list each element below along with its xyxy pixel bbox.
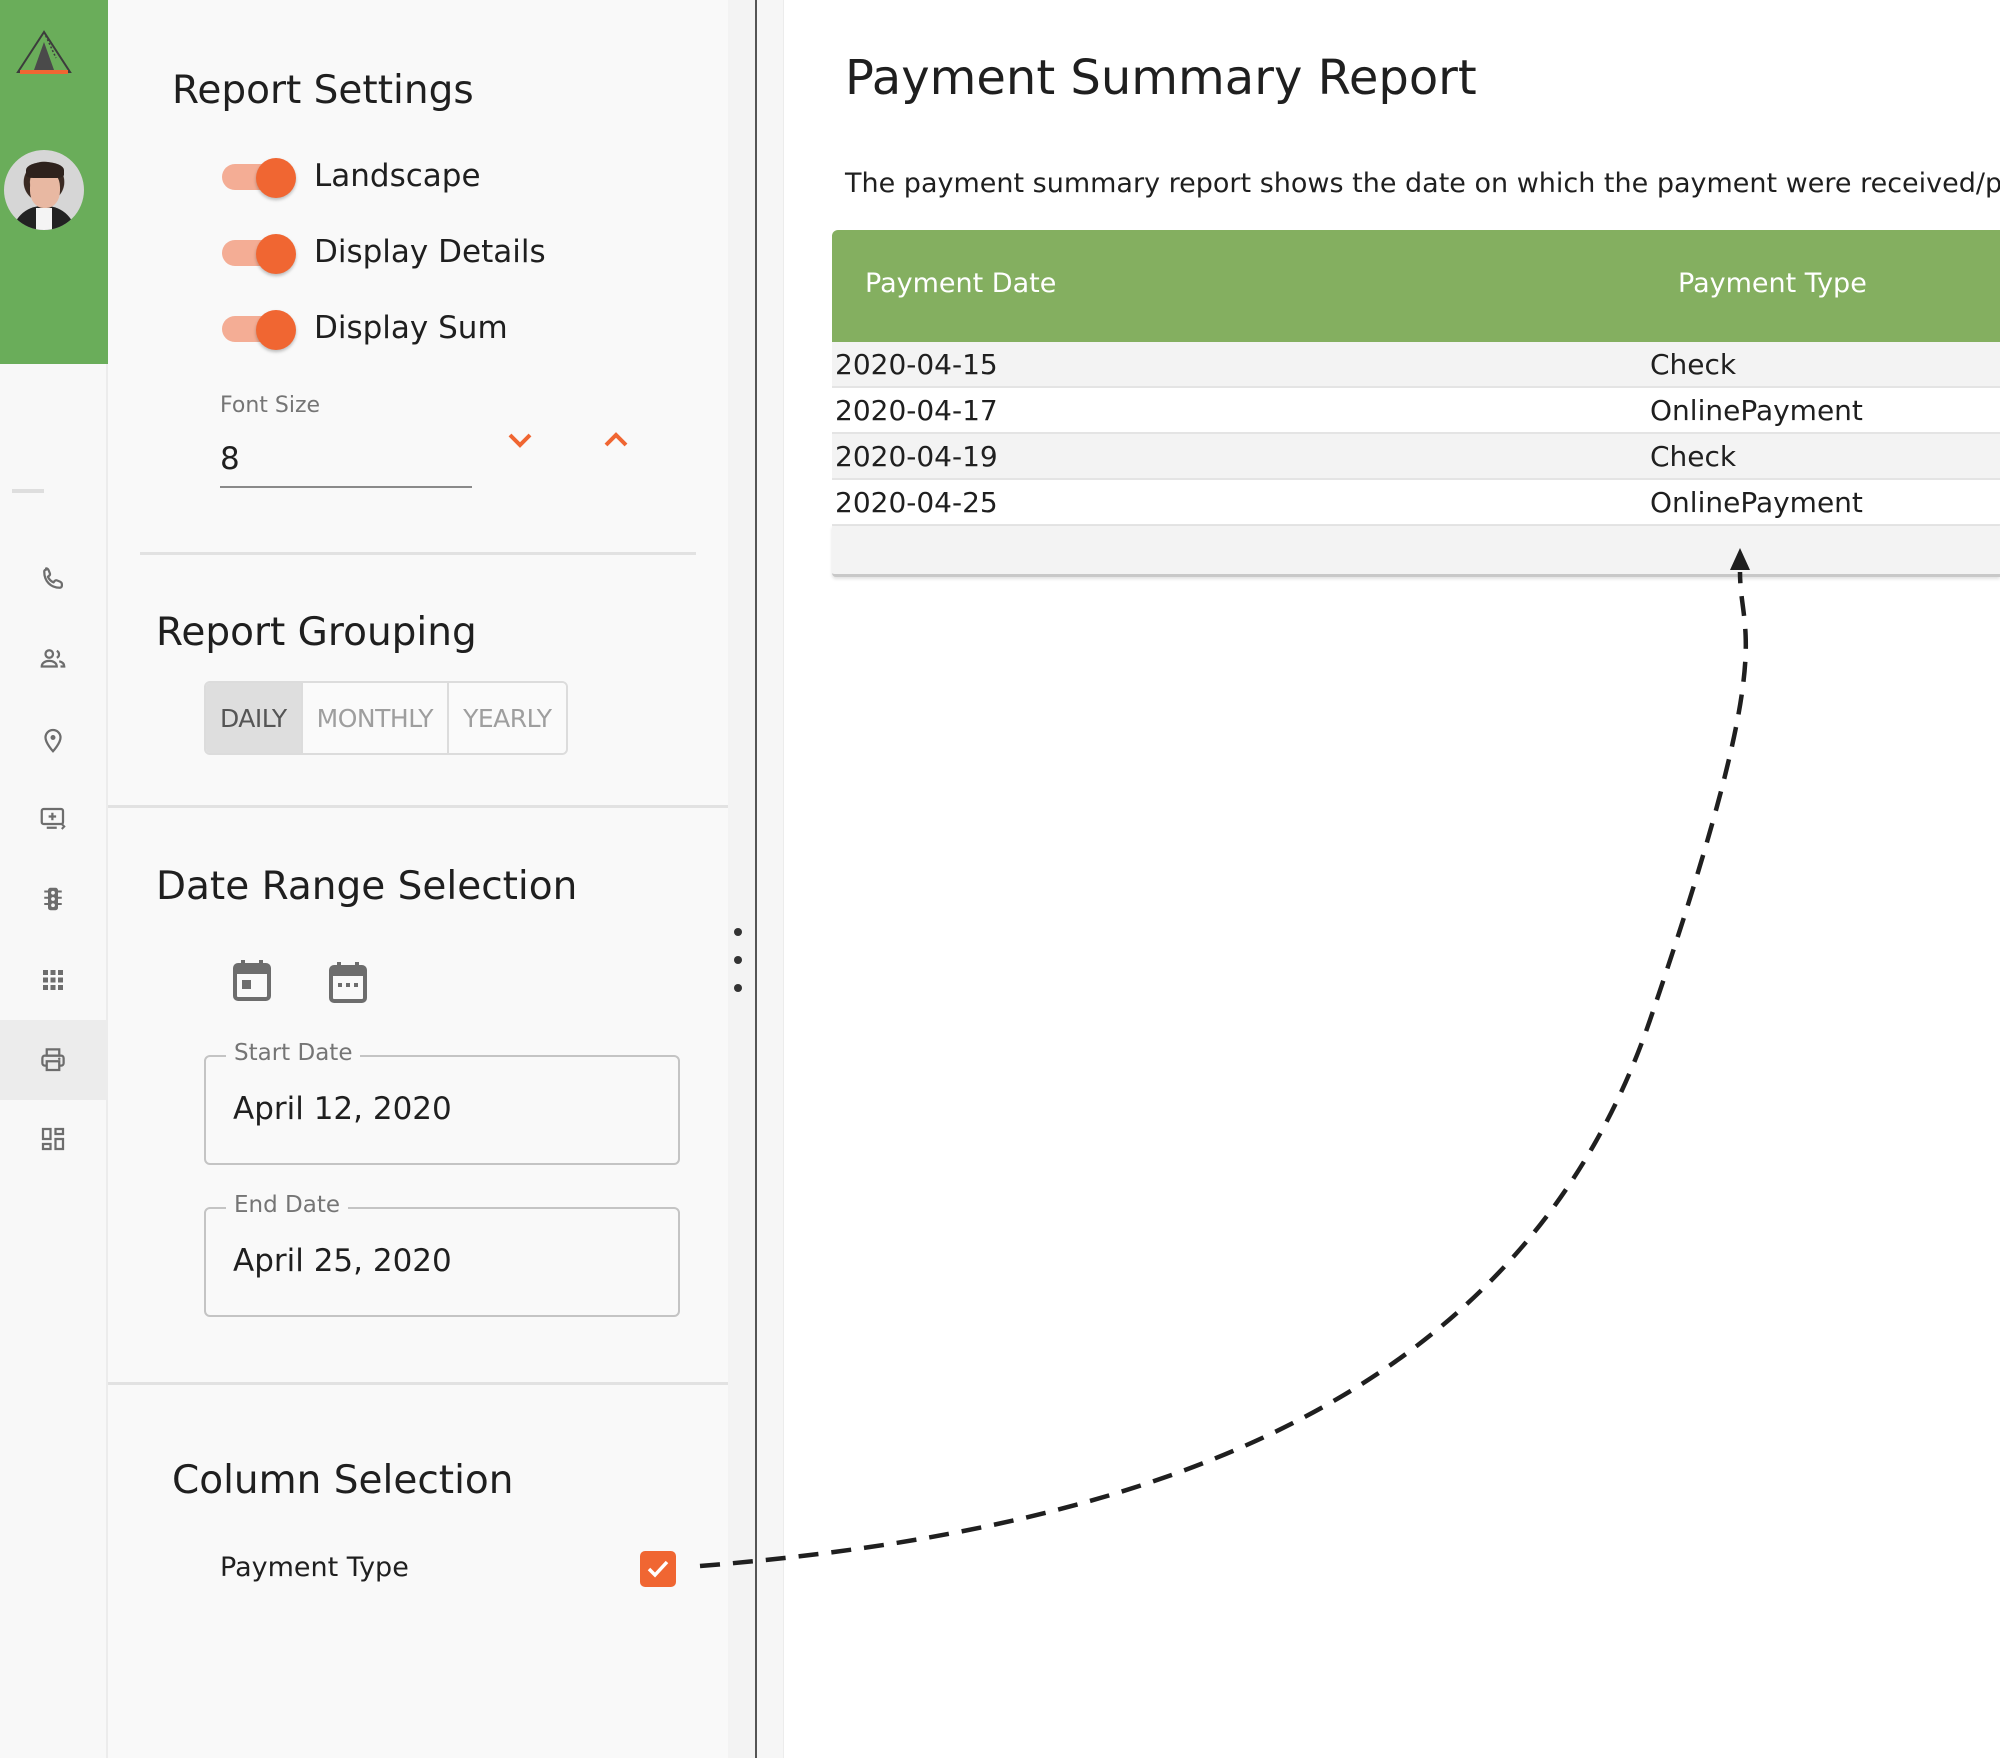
end-date-field[interactable]: End Date April 25, 2020 <box>204 1192 680 1317</box>
printer-icon <box>41 1048 65 1072</box>
font-size-increase-chevron-up-icon[interactable] <box>598 425 634 455</box>
sidebar-item-users[interactable] <box>0 619 106 699</box>
calendar-today-icon[interactable] <box>232 958 272 1002</box>
checkmark-icon <box>647 1560 669 1578</box>
resize-handle-dot[interactable] <box>734 956 742 964</box>
user-avatar[interactable] <box>4 150 84 230</box>
cell-payment-type: OnlinePayment <box>1650 486 1863 519</box>
column-payment-type-checkbox[interactable] <box>640 1551 676 1587</box>
table-footer <box>832 526 2000 577</box>
grid-apps-icon <box>43 970 63 990</box>
table-row: 2020-04-19 Check <box>832 434 2000 480</box>
sidebar-item-dashboard[interactable] <box>0 1099 106 1179</box>
cell-payment-date: 2020-04-15 <box>835 348 998 381</box>
location-pin-icon <box>44 728 62 753</box>
section-divider <box>108 805 728 808</box>
section-divider <box>140 552 696 555</box>
toggle-display-sum-label: Display Sum <box>314 310 508 346</box>
start-date-label: Start Date <box>226 1040 361 1066</box>
sidebar-item-location[interactable] <box>0 700 106 780</box>
font-size-label: Font Size <box>220 393 321 418</box>
main-gutter <box>757 0 784 1758</box>
cell-payment-type: Check <box>1650 440 1737 473</box>
table-header: Payment Date Payment Type <box>832 230 2000 342</box>
sidebar-item-phone[interactable] <box>0 539 106 619</box>
annotation-dashed-curve <box>699 571 1749 1569</box>
start-date-value: April 12, 2020 <box>233 1091 452 1127</box>
grouping-monthly-button[interactable]: MONTHLY <box>302 683 450 753</box>
cell-payment-date: 2020-04-17 <box>835 394 998 427</box>
resize-handle-dot[interactable] <box>734 928 742 936</box>
end-date-label: End Date <box>226 1192 348 1218</box>
column-selection-title: Column Selection <box>172 1458 514 1503</box>
tent-logo-icon[interactable] <box>12 28 76 76</box>
toggle-landscape[interactable] <box>222 158 296 198</box>
grouping-button-group: DAILY MONTHLY YEARLY <box>204 681 568 755</box>
toggle-display-details[interactable] <box>222 234 296 274</box>
table-row: 2020-04-15 Check <box>832 342 2000 388</box>
start-date-field[interactable]: Start Date April 12, 2020 <box>204 1040 680 1165</box>
column-header-payment-date[interactable]: Payment Date <box>865 268 1056 299</box>
toggle-landscape-label: Landscape <box>314 158 481 194</box>
sidebar-item-print[interactable] <box>0 1020 106 1100</box>
end-date-value: April 25, 2020 <box>233 1243 452 1279</box>
table-row: 2020-04-25 OnlinePayment <box>832 480 2000 526</box>
resize-handle-dot[interactable] <box>734 984 742 992</box>
cell-payment-type: Check <box>1650 348 1737 381</box>
grouping-daily-button[interactable]: DAILY <box>206 683 303 753</box>
report-grouping-title: Report Grouping <box>156 610 477 655</box>
page-title: Payment Summary Report <box>845 50 1477 106</box>
monitor-add-icon <box>40 807 66 830</box>
table-row: 2020-04-17 OnlinePayment <box>832 388 2000 434</box>
toggle-display-details-label: Display Details <box>314 234 546 270</box>
report-description: The payment summary report shows the dat… <box>845 168 2000 199</box>
sidebar-item-add-screen[interactable] <box>0 779 106 859</box>
column-payment-type-label: Payment Type <box>220 1552 409 1583</box>
cell-payment-type: OnlinePayment <box>1650 394 1863 427</box>
font-size-input[interactable] <box>220 432 472 488</box>
grouping-yearly-button[interactable]: YEARLY <box>449 683 566 753</box>
dashboard-icon <box>41 1127 65 1151</box>
column-header-payment-type[interactable]: Payment Type <box>1678 268 1867 299</box>
section-divider <box>108 1382 728 1385</box>
report-settings-title: Report Settings <box>172 68 474 113</box>
toggle-display-sum[interactable] <box>222 310 296 350</box>
sidebar-item-traffic[interactable] <box>0 859 106 939</box>
phone-icon <box>43 567 63 589</box>
cell-payment-date: 2020-04-19 <box>835 440 998 473</box>
users-icon <box>40 649 66 668</box>
sidebar-divider <box>12 489 44 493</box>
date-range-title: Date Range Selection <box>156 864 578 909</box>
sidebar-item-apps[interactable] <box>0 940 106 1020</box>
traffic-light-icon <box>44 887 62 911</box>
calendar-range-icon[interactable] <box>328 960 368 1004</box>
font-size-decrease-chevron-down-icon[interactable] <box>502 425 538 455</box>
panel-gutter <box>728 0 756 1758</box>
cell-payment-date: 2020-04-25 <box>835 486 998 519</box>
